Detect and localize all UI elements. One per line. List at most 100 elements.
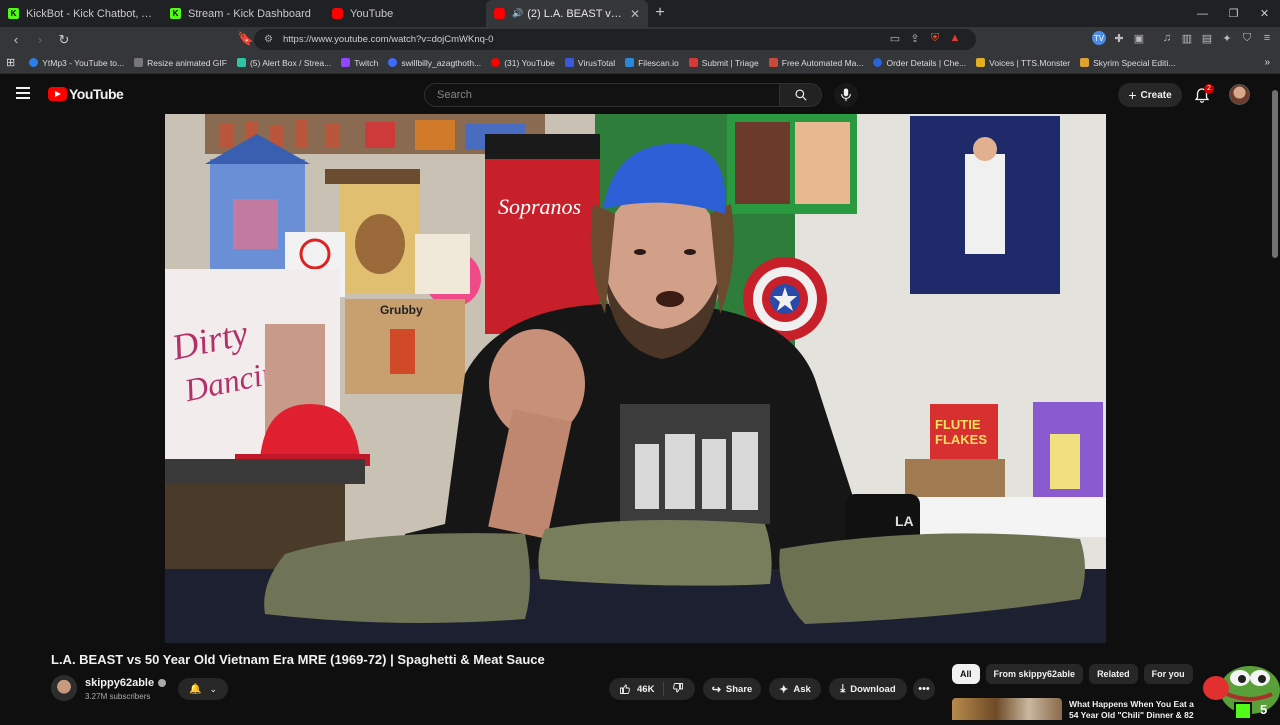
video-title: L.A. BEAST vs 50 Year Old Vietnam Era MR…: [51, 652, 545, 667]
kick-icon: K: [8, 8, 19, 19]
bookmark-item[interactable]: VirusTotal: [564, 57, 616, 68]
bell-icon: 🔔: [189, 683, 202, 695]
leo-icon[interactable]: ✦: [1220, 31, 1234, 45]
bookmark-item[interactable]: Resize animated GIF: [134, 58, 227, 68]
svg-text:FLUTIE: FLUTIE: [935, 417, 981, 432]
rewards-icon[interactable]: ▲: [948, 31, 962, 45]
more-actions-button[interactable]: •••: [913, 678, 935, 700]
bookmark-item[interactable]: Voices | TTS.Monster: [976, 58, 1070, 68]
channel-name[interactable]: skippy62able: [85, 677, 167, 689]
browser-tab-kick-dashboard[interactable]: K Stream - Kick Dashboard: [162, 0, 324, 27]
browser-tab-active-video[interactable]: 🔊 (2) L.A. BEAST vs 50 Year Old ✕: [486, 0, 648, 27]
bookmark-item[interactable]: (5) Alert Box / Strea...: [236, 58, 331, 68]
site-info-icon[interactable]: ⚙: [264, 34, 273, 45]
cast-icon[interactable]: ▭: [888, 31, 902, 45]
bookmark-favicon-icon: [688, 58, 698, 67]
extensions-icon[interactable]: ✚: [1112, 31, 1126, 45]
create-button[interactable]: + Create: [1118, 83, 1182, 107]
bookmark-label: YtMp3 - YouTube to...: [42, 57, 125, 68]
browser-tab-kickbot[interactable]: K KickBot - Kick Chatbot, Alerts, TTS, C: [0, 0, 162, 27]
recommended-video-thumbnail[interactable]: [952, 698, 1062, 720]
extension-tv-icon[interactable]: TV: [1092, 31, 1106, 45]
bookmark-item[interactable]: Order Details | Che...: [873, 58, 966, 68]
url-text: https://www.youtube.com/watch?v=dojCmWKn…: [282, 34, 494, 45]
screenshot-icon[interactable]: ▣: [1132, 31, 1146, 45]
bookmark-label: Order Details | Che...: [886, 57, 967, 68]
youtube-icon: [332, 8, 343, 19]
channel-avatar[interactable]: [51, 675, 77, 701]
tab-title: KickBot - Kick Chatbot, Alerts, TTS, C: [26, 7, 154, 20]
extension-icons: TV ✚ ▣ ♫ ▥ ▤ ✦ ⛉ ≡: [1092, 31, 1274, 45]
ask-button[interactable]: ✦ Ask: [769, 678, 821, 700]
audio-playing-icon[interactable]: 🔊: [512, 8, 523, 19]
voice-search-button[interactable]: [834, 83, 858, 107]
brave-shield-icon[interactable]: ⛨: [928, 31, 942, 45]
tab-title: (2) L.A. BEAST vs 50 Year Old: [527, 7, 624, 20]
recommended-video-title[interactable]: What Happens When You Eat a 54 Year Old …: [1069, 699, 1201, 720]
search-button[interactable]: [780, 83, 822, 107]
download-button[interactable]: ⤓ Download: [829, 678, 907, 700]
window-controls: — ❐ ✕: [1187, 0, 1280, 27]
vpn-icon[interactable]: ⛉: [1240, 31, 1254, 45]
bookmark-item[interactable]: swillbilly_azagthoth...: [388, 58, 481, 68]
bookmark-icon[interactable]: 🔖: [236, 29, 256, 49]
close-window-icon[interactable]: ✕: [1249, 0, 1280, 27]
like-count: 46K: [637, 683, 655, 695]
subscribed-notifications-button[interactable]: 🔔 ⌄: [178, 678, 228, 700]
notification-count-badge: 2: [1204, 84, 1214, 94]
omnibox-actions: ▭ ⇪ ⛨ ▲: [888, 31, 962, 45]
svg-text:FLAKES: FLAKES: [935, 432, 987, 447]
new-tab-button[interactable]: +: [648, 1, 672, 25]
bookmark-item[interactable]: Skyrim Special Editi...: [1080, 58, 1175, 68]
share-page-icon[interactable]: ⇪: [908, 31, 922, 45]
bookmark-item[interactable]: Submit | Triage: [688, 58, 759, 68]
ask-label: Ask: [793, 683, 811, 695]
plus-icon: +: [1128, 87, 1137, 103]
forward-icon[interactable]: ›: [30, 30, 50, 50]
share-button[interactable]: ↪ Share: [703, 678, 761, 700]
hamburger-menu-icon[interactable]: [16, 87, 30, 99]
chip-all[interactable]: All: [952, 664, 980, 684]
media-icon[interactable]: ♫: [1160, 31, 1174, 45]
svg-text:Sopranos: Sopranos: [498, 194, 581, 219]
reload-icon[interactable]: ↻: [54, 30, 74, 50]
chip-for-you[interactable]: For you: [1143, 664, 1193, 684]
video-frame: Sopranos Dirty Dancing Grubby FLUTIE FLA…: [165, 114, 1106, 643]
bookmark-item[interactable]: Free Automated Ma...: [768, 58, 863, 68]
bookmark-item[interactable]: Twitch: [341, 58, 378, 68]
download-label: Download: [850, 683, 896, 695]
address-bar[interactable]: ⚙ https://www.youtube.com/watch?v=dojCmW…: [254, 29, 976, 50]
search-icon: [794, 89, 807, 101]
restore-icon[interactable]: ❐: [1218, 0, 1249, 27]
chip-related[interactable]: Related: [1089, 664, 1138, 684]
chip-from-channel[interactable]: From skippy62able: [985, 664, 1084, 684]
bookmark-item[interactable]: (31) YouTube: [491, 58, 555, 68]
bookmark-label: Skyrim Special Editi...: [1093, 57, 1176, 68]
youtube-wordmark: YouTube: [69, 86, 124, 102]
bookmark-item[interactable]: Filescan.io: [625, 58, 679, 68]
search-input[interactable]: [424, 83, 780, 107]
bookmark-label: Voices | TTS.Monster: [989, 57, 1071, 68]
bookmark-item[interactable]: YtMp3 - YouTube to...: [29, 58, 124, 68]
close-tab-icon[interactable]: ✕: [630, 7, 640, 21]
video-player[interactable]: Sopranos Dirty Dancing Grubby FLUTIE FLA…: [165, 114, 1106, 643]
kick-badge-count: 5: [1260, 702, 1268, 717]
youtube-logo[interactable]: YouTube: [48, 86, 124, 102]
menu-icon[interactable]: ≡: [1260, 31, 1274, 45]
sidebar-icon[interactable]: ▥: [1180, 31, 1194, 45]
like-button[interactable]: 46K: [609, 682, 665, 696]
apps-icon[interactable]: ⊞: [6, 56, 15, 69]
back-icon[interactable]: ‹: [6, 30, 26, 50]
account-avatar[interactable]: [1229, 84, 1250, 105]
tab-title: Stream - Kick Dashboard: [188, 7, 311, 20]
minimize-icon[interactable]: —: [1187, 0, 1218, 27]
kick-icon: K: [170, 8, 181, 19]
bookmark-favicon-icon: [491, 58, 501, 67]
wallet-icon[interactable]: ▤: [1200, 31, 1214, 45]
bookmark-label: VirusTotal: [577, 57, 616, 68]
browser-tab-youtube[interactable]: YouTube: [324, 0, 486, 27]
more-bookmarks-icon[interactable]: »: [1264, 57, 1270, 68]
bookmark-label: swillbilly_azagthoth...: [401, 57, 482, 68]
dislike-button[interactable]: [664, 682, 684, 697]
page-scrollbar[interactable]: [1272, 90, 1278, 258]
